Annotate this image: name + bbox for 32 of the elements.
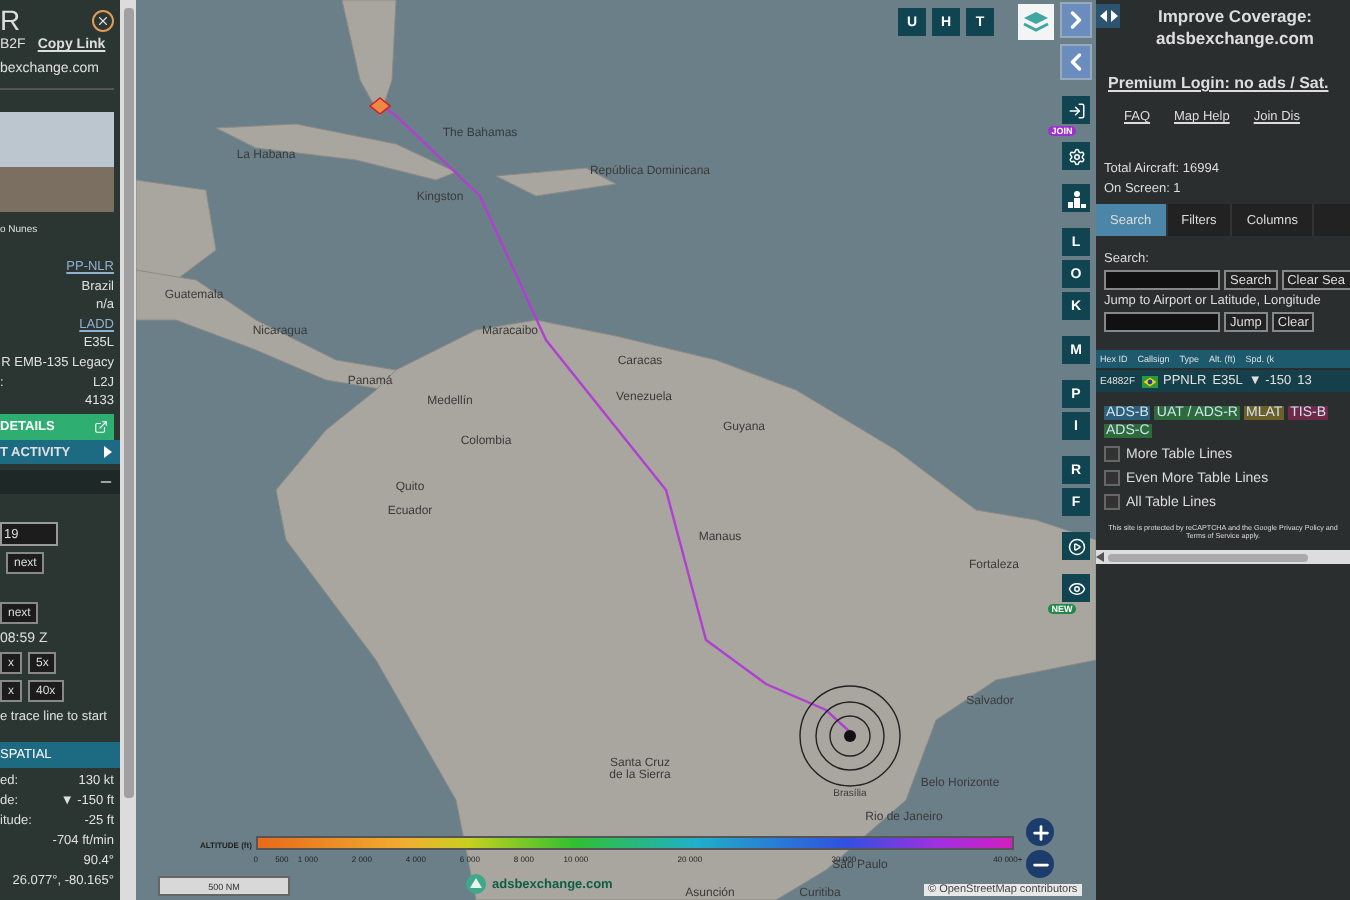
collapse-button[interactable] <box>1060 44 1092 80</box>
play-circle-icon <box>1067 537 1085 555</box>
triangle-icon <box>104 446 112 459</box>
coverage-heading: Improve Coverage: <box>1158 6 1312 26</box>
photo-placeholder <box>0 112 114 212</box>
expand-button[interactable] <box>1060 2 1092 38</box>
settings-icon <box>1067 147 1085 165</box>
settings-button[interactable] <box>1062 142 1090 170</box>
coverage-link[interactable]: adsbexchange.com <box>1156 28 1314 48</box>
eye-button[interactable] <box>1062 574 1090 602</box>
layers-button[interactable] <box>1018 4 1054 40</box>
plus-icon <box>1029 821 1051 843</box>
eye-icon <box>1067 579 1085 597</box>
podium-button[interactable] <box>1062 184 1090 212</box>
replay-button[interactable] <box>1062 532 1090 560</box>
origin-marker-icon <box>368 96 392 116</box>
horizontal-scrollbar[interactable] <box>1096 550 1350 564</box>
range-rings <box>798 684 902 788</box>
close-icon <box>96 13 110 27</box>
scroll-left-icon <box>1096 552 1106 562</box>
login-button[interactable] <box>1062 96 1090 124</box>
aircraft-title: R <box>0 4 21 36</box>
jump-field[interactable] <box>1104 312 1220 332</box>
flag-icon <box>1141 375 1158 387</box>
swap-panel-button[interactable] <box>1096 4 1120 28</box>
premium-login-link[interactable]: Premium Login: no ads / Sat. <box>1108 74 1350 92</box>
logo-icon <box>466 874 486 894</box>
external-link-icon <box>94 420 108 435</box>
scrollbar[interactable] <box>120 0 136 900</box>
close-button[interactable] <box>92 9 114 31</box>
login-icon <box>1067 101 1085 119</box>
search-field[interactable] <box>1104 270 1220 290</box>
